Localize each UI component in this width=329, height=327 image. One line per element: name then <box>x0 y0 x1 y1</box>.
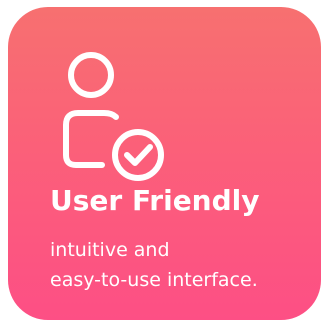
description-line: intuitive and <box>50 239 170 261</box>
user-check-icon <box>63 52 164 181</box>
card-title: User Friendly <box>50 184 260 217</box>
feature-card: User Friendly intuitive and easy-to-use … <box>8 7 321 320</box>
description-line: easy-to-use interface. <box>50 269 258 291</box>
card-description: intuitive and easy-to-use interface. <box>50 235 258 295</box>
